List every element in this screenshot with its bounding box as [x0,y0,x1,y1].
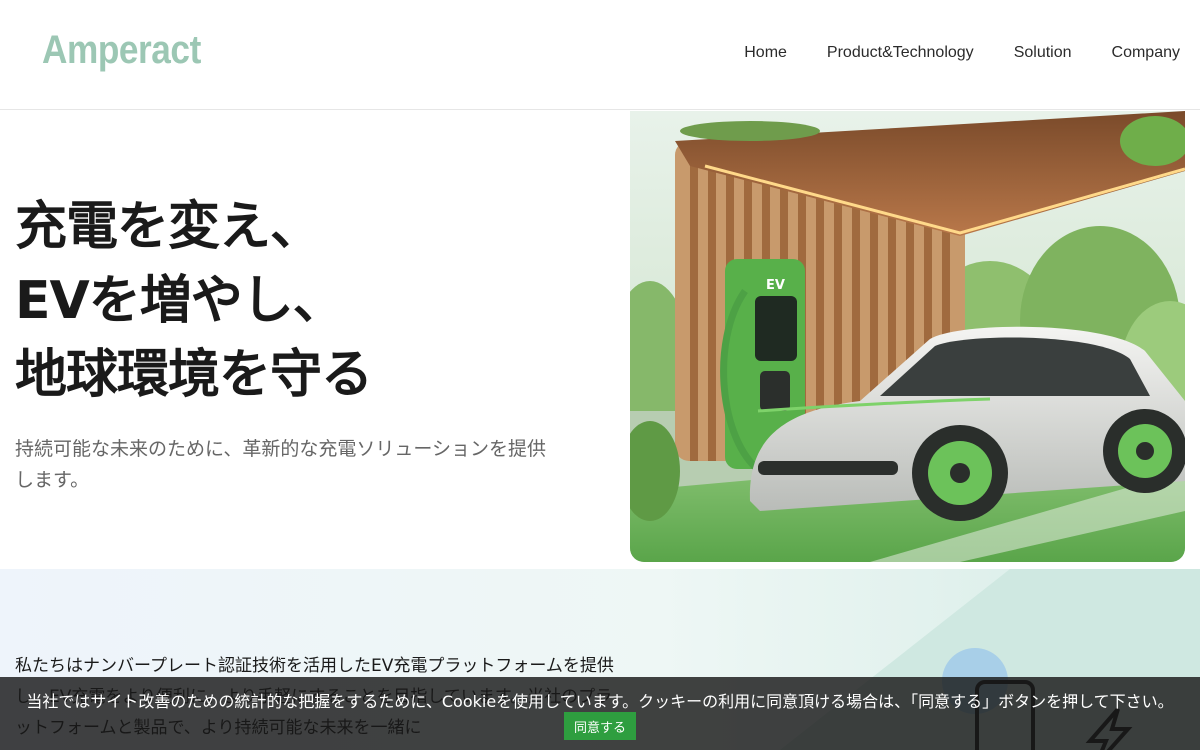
logo[interactable]: Amperact [42,28,201,73]
site-header: Amperact Home Product&Technology Solutio… [0,0,1200,110]
main-nav: Home Product&Technology Solution Company [744,44,1180,62]
hero-title-line: 地球環境を守る [15,345,373,405]
nav-home[interactable]: Home [744,44,787,62]
charger-label: EV [766,278,785,293]
cookie-agree-button[interactable]: 同意する [564,712,636,740]
nav-solution[interactable]: Solution [1014,44,1072,62]
hero-title: 充電を変え、 EVを増やし、 地球環境を守る [15,190,615,412]
hero-subtitle: 持続可能な未来のために、革新的な充電ソリューションを提供します。 [15,438,547,491]
cookie-text: 当社ではサイト改善のための統計的な把握をするために、Cookieを使用しています… [26,692,1174,711]
nav-product-technology[interactable]: Product&Technology [827,44,974,62]
hero-section: 充電を変え、 EVを増やし、 地球環境を守る 持続可能な未来のために、革新的な充… [15,190,615,496]
nav-company[interactable]: Company [1112,44,1180,62]
ev-charging-illustration: EV [630,111,1185,562]
cookie-banner: 当社ではサイト改善のための統計的な把握をするために、Cookieを使用しています… [0,677,1200,750]
hero-title-line: EVを増やし、 [15,271,345,331]
hero-title-line: 充電を変え、 [15,197,322,257]
hero-image: EV [630,111,1185,562]
